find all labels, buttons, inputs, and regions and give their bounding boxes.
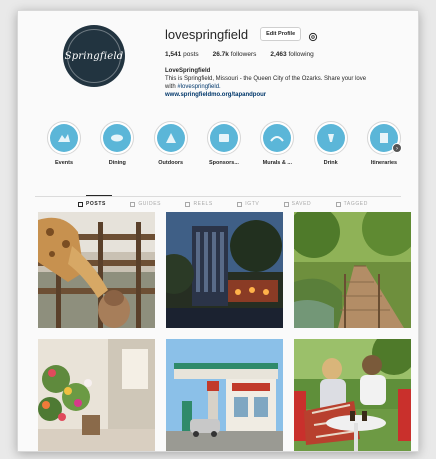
tab-guides[interactable]: GUIDES [130,201,161,207]
reels-icon [185,201,191,207]
profile-top-row: lovespringfield Edit Profile [165,25,415,43]
highlight-label: Itineraries [370,160,398,166]
story-highlights: Events Dining Outdoors Sponsors... Mural… [39,121,409,166]
post-thumbnail[interactable] [166,212,283,328]
highlight-cover [313,121,348,155]
highlight-icon [103,124,132,152]
highlight-icon [156,124,185,152]
highlight-icon [263,124,292,152]
bio-website-link[interactable]: www.springfieldmo.org/tapandpour [165,91,415,99]
highlight-icon [316,124,345,152]
grid-icon [78,201,83,207]
active-tab-indicator [86,195,112,196]
following-count[interactable]: 2,463 following [270,51,313,58]
igtv-icon [237,201,243,207]
highlight-label: Events [54,160,74,166]
highlight-sponsors[interactable]: Sponsors... [199,121,249,166]
bio-line-1: This is Springfield, Missouri - the Quee… [165,76,367,82]
highlight-cover: › [366,121,402,155]
gear-icon[interactable] [308,29,318,42]
tabs-divider [35,196,401,197]
tab-label: SAVED [291,201,312,207]
instagram-profile-window: Springfield lovespringfield Edit Profile… [17,10,419,452]
bio-hashtag-link[interactable]: #lovespringfield. [177,84,220,90]
tab-reels[interactable]: REELS [185,201,212,207]
highlight-label: Drink [323,160,338,166]
tab-igtv[interactable]: IGTV [237,201,259,207]
followers-count[interactable]: 26.7k followers [213,51,257,58]
tab-posts[interactable]: POSTS [78,201,106,207]
tab-label: IGTV [245,201,260,207]
highlight-label: Dining [108,160,126,166]
tab-label: REELS [193,201,213,207]
following-number: 2,463 [270,51,287,58]
profile-stats: 1,541 posts 26.7k followers 2,463 follow… [165,51,415,58]
posts-count: 1,541 posts [165,51,199,58]
post-thumbnail[interactable] [294,212,411,328]
highlight-cover [47,121,81,155]
tag-icon [335,201,341,207]
highlight-cover [206,121,241,155]
highlight-label: Sponsors... [209,160,239,166]
bio-line-2: with #lovespringfield. [165,83,415,91]
post-image-downtown [166,212,283,328]
profile-tabs: POSTS GUIDES REELS IGTV SAVED TAGGED [78,201,368,207]
post-image-giraffe [38,212,155,328]
highlight-dining[interactable]: Dining [92,121,142,166]
avatar-logo-text: Springfield [64,50,124,62]
highlight-drink[interactable]: Drink [306,121,356,166]
posts-label: posts [183,51,199,58]
guide-icon [130,201,136,207]
followers-label: followers [230,51,257,58]
highlight-cover [100,121,135,155]
highlight-label: Outdoors [158,160,184,166]
username: lovespringfield [165,26,249,42]
post-image-flower-shop [38,339,155,451]
highlight-murals[interactable]: Murals & ... [252,121,302,166]
posts-number: 1,541 [165,51,182,58]
post-thumbnail[interactable] [294,339,411,451]
profile-avatar[interactable]: Springfield [63,25,125,87]
highlight-itineraries[interactable]: › Itineraries [359,121,409,166]
tab-tagged[interactable]: TAGGED [335,201,368,207]
profile-info: lovespringfield Edit Profile 1,541 posts… [165,25,415,99]
posts-grid [38,212,412,451]
post-thumbnail[interactable] [38,212,155,328]
chevron-right-icon[interactable]: › [391,143,402,153]
tab-label: POSTS [86,201,106,207]
post-thumbnail[interactable] [166,339,283,451]
edit-profile-button[interactable]: Edit Profile [260,27,302,41]
bio-line-2-prefix: with [165,84,176,90]
profile-bio: LoveSpringfield This is Springfield, Mis… [165,67,415,99]
post-image-gas-station [166,339,283,451]
highlight-cover [260,121,295,155]
post-thumbnail[interactable] [38,339,155,451]
highlight-outdoors[interactable]: Outdoors [146,121,196,166]
highlight-icon [209,124,238,152]
bookmark-icon [283,201,289,207]
highlight-label: Murals & ... [262,160,292,166]
bio-name: LoveSpringfield [165,68,211,74]
highlight-events[interactable]: Events [39,121,89,166]
post-image-boardwalk [294,212,411,328]
following-label: following [288,51,314,58]
tab-saved[interactable]: SAVED [283,201,312,207]
tab-label: TAGGED [343,201,368,207]
highlight-icon [50,124,78,152]
post-image-patio-couple [294,339,411,451]
tab-label: GUIDES [138,201,162,207]
followers-number: 26.7k [212,51,229,58]
highlight-cover [153,121,188,155]
